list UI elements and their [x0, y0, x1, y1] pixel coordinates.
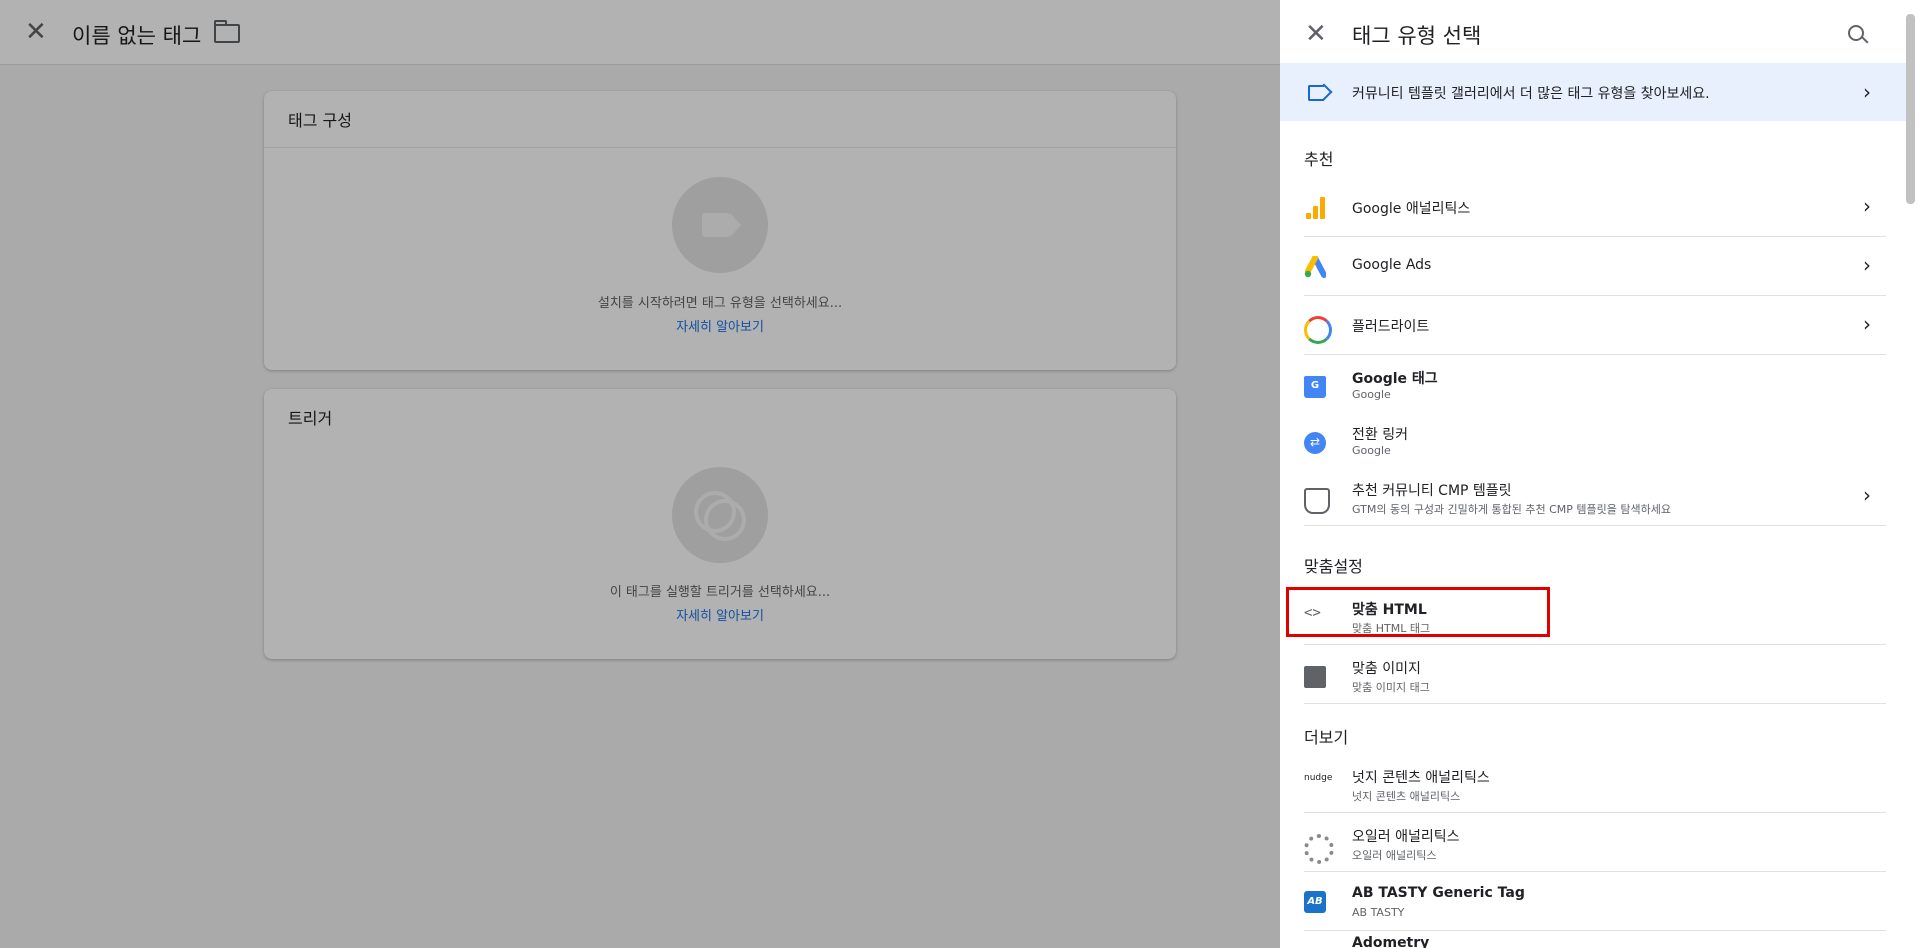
euler-logo-icon [1304, 834, 1334, 864]
conversion-linker-icon: ⇄ [1304, 432, 1326, 454]
list-item-subtitle: Google [1352, 444, 1391, 457]
list-item-subtitle: 맞춤 이미지 태그 [1352, 681, 1430, 694]
modal-scrim[interactable] [0, 0, 1280, 948]
scrollbar-thumb[interactable] [1906, 14, 1915, 204]
list-item-google-ads[interactable]: Google Ads › [1304, 237, 1886, 296]
list-item-name: Google Ads [1352, 257, 1432, 273]
list-item-name: 추천 커뮤니티 CMP 템플릿 [1352, 483, 1512, 499]
list-item-name: 오일러 애널리틱스 [1352, 829, 1460, 845]
list-item-name: Google 태그 [1352, 371, 1438, 387]
floodlight-icon [1304, 316, 1332, 344]
google-analytics-icon [1304, 197, 1326, 219]
list-item-conversion-linker[interactable]: ⇄ 전환 링커 Google [1304, 411, 1886, 467]
nudge-logo-icon: nudge [1304, 773, 1333, 783]
list-item-name: 맞춤 이미지 [1352, 661, 1421, 677]
list-item-floodlight[interactable]: 플러드라이트 › [1304, 296, 1886, 355]
image-icon [1304, 666, 1326, 688]
list-item-custom-image[interactable]: 맞춤 이미지 맞춤 이미지 태그 [1304, 645, 1886, 704]
ab-tasty-logo-icon: AB [1304, 891, 1326, 913]
list-item-subtitle: 넛지 콘텐츠 애널리틱스 [1352, 790, 1461, 803]
list-item-euler[interactable]: 오일러 애널리틱스 오일러 애널리틱스 [1304, 813, 1886, 872]
tag-type-panel: ✕ 태그 유형 선택 커뮤니티 템플릿 갤러리에서 더 많은 태그 유형을 찾아… [1280, 0, 1920, 948]
tag-outline-icon [1308, 85, 1324, 101]
list-item-name: 플러드라이트 [1352, 319, 1430, 335]
list-item-subtitle: 오일러 애널리틱스 [1352, 849, 1437, 862]
list-item-nudge[interactable]: nudge 넛지 콘텐츠 애널리틱스 넛지 콘텐츠 애널리틱스 [1304, 754, 1886, 813]
list-item-google-tag[interactable]: G Google 태그 Google [1304, 355, 1886, 411]
chevron-right-icon: › [1863, 194, 1871, 218]
chevron-right-icon: › [1863, 80, 1871, 104]
list-item-name: Adometry [1352, 935, 1430, 948]
section-custom: 맞춤설정 [1304, 557, 1363, 576]
chevron-right-icon: › [1863, 312, 1871, 336]
close-panel-icon[interactable]: ✕ [1305, 21, 1327, 47]
highlight-box [1286, 587, 1550, 637]
shield-check-icon [1304, 488, 1330, 514]
list-item-google-analytics[interactable]: Google 애널리틱스 › [1304, 178, 1886, 237]
list-item-featured-cmp[interactable]: 추천 커뮤니티 CMP 템플릿 GTM의 동의 구성과 긴밀하게 통합된 추천 … [1304, 467, 1886, 526]
list-item-adometry[interactable]: Adometry [1304, 931, 1886, 948]
chevron-right-icon: › [1863, 483, 1871, 507]
list-item-name: AB TASTY Generic Tag [1352, 885, 1525, 901]
list-item-subtitle: GTM의 동의 구성과 긴밀하게 통합된 추천 CMP 템플릿을 탐색하세요 [1352, 503, 1671, 516]
list-item-name: 넛지 콘텐츠 애널리틱스 [1352, 770, 1490, 786]
google-tag-icon: G [1304, 376, 1326, 398]
chevron-right-icon: › [1863, 253, 1871, 277]
list-item-name: 전환 링커 [1352, 427, 1408, 443]
section-featured: 추천 [1304, 150, 1334, 169]
list-item-subtitle: AB TASTY [1352, 906, 1405, 919]
search-icon[interactable] [1848, 25, 1864, 41]
panel-title: 태그 유형 선택 [1352, 24, 1482, 48]
list-item-ab-tasty[interactable]: AB AB TASTY Generic Tag AB TASTY [1304, 872, 1886, 931]
banner-text: 커뮤니티 템플릿 갤러리에서 더 많은 태그 유형을 찾아보세요. [1352, 86, 1710, 102]
google-ads-icon [1304, 255, 1327, 278]
list-item-subtitle: Google [1352, 388, 1391, 401]
community-gallery-banner[interactable]: 커뮤니티 템플릿 갤러리에서 더 많은 태그 유형을 찾아보세요. › [1280, 63, 1910, 121]
section-more: 더보기 [1304, 728, 1349, 747]
list-item-name: Google 애널리틱스 [1352, 201, 1471, 217]
